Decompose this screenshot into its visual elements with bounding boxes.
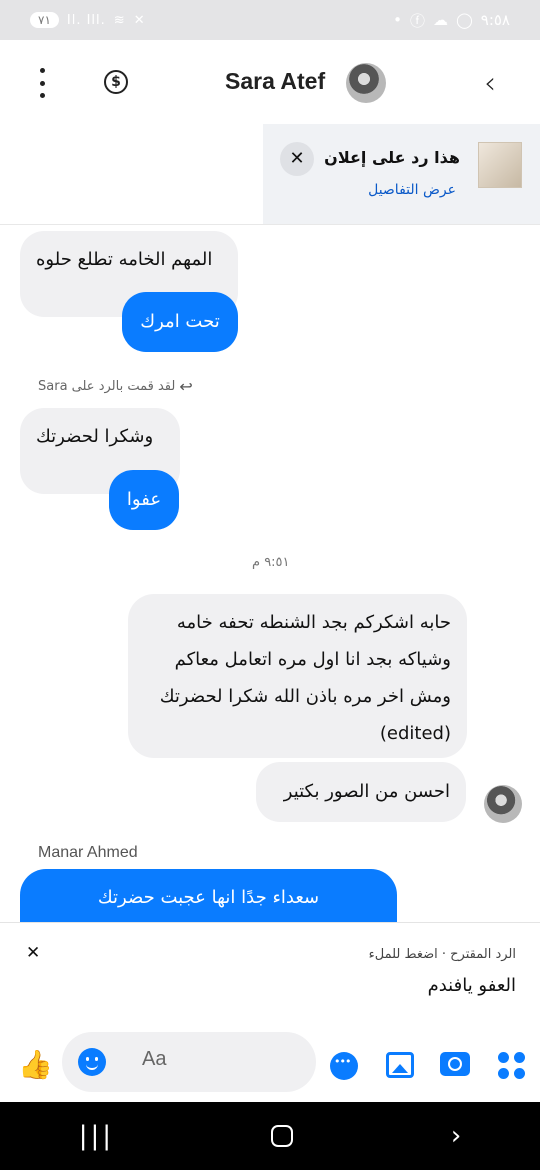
mute-icon: ✕	[133, 12, 146, 28]
status-left: ٧١ Il. Ill. ≋ ✕	[30, 12, 146, 28]
camera-icon[interactable]	[440, 1052, 470, 1076]
message-sent[interactable]: تحت امرك	[122, 292, 238, 352]
reply-note-text: لقد قمت بالرد على Sara	[38, 379, 176, 394]
status-right: • ⓕ ☁ ◯ ٩:٥٨	[393, 10, 510, 31]
more-vertical-icon[interactable]	[30, 68, 54, 98]
reply-icon: ↩	[179, 377, 193, 396]
notification-dot-icon: •	[393, 11, 402, 29]
emoji-icon[interactable]	[78, 1048, 106, 1076]
view-details-link[interactable]: عرض التفاصيل	[368, 182, 456, 198]
whatsapp-icon: ◯	[455, 11, 473, 29]
facebook-icon: ⓕ	[409, 11, 425, 30]
suggested-reply-panel[interactable]: ✕ الرد المقترح · اضغط للملء العفو يافندم	[0, 922, 540, 1018]
contact-name[interactable]: Sara Atef	[225, 68, 325, 95]
ad-reply-banner: ✕ هذا رد على إعلان عرض التفاصيل	[263, 124, 540, 224]
message-sent[interactable]: عفوا	[109, 470, 179, 530]
contact-avatar-small	[484, 785, 522, 823]
status-bar: ٧١ Il. Ill. ≋ ✕ • ⓕ ☁ ◯ ٩:٥٨	[0, 0, 540, 40]
chat-header: $ Sara Atef ‹	[0, 40, 540, 124]
system-nav-bar: ||| ›	[0, 1102, 540, 1170]
thumbs-up-icon[interactable]: 👍	[18, 1048, 53, 1081]
chat-bubble-icon[interactable]	[330, 1052, 358, 1080]
message-input-placeholder: Aa	[142, 1048, 167, 1070]
battery-indicator: ٧١	[30, 12, 59, 28]
gallery-icon[interactable]	[386, 1052, 414, 1078]
ad-thumbnail[interactable]	[478, 142, 522, 188]
close-icon[interactable]: ✕	[26, 943, 40, 963]
message-input[interactable]: Aa	[62, 1032, 316, 1092]
suggested-reply-text[interactable]: العفو يافندم	[428, 975, 516, 996]
back-icon[interactable]: ›	[451, 1121, 461, 1151]
close-icon[interactable]: ✕	[280, 142, 314, 176]
message-timestamp: ٩:٥١ م	[252, 555, 290, 570]
recent-apps-icon[interactable]: |||	[79, 1121, 114, 1151]
message-sent[interactable]: سعداء جدًا انها عجبت حضرتك	[20, 869, 397, 923]
home-icon[interactable]	[271, 1125, 294, 1147]
signal-icon: Il. Ill.	[66, 12, 106, 28]
cloud-icon: ☁	[432, 11, 448, 29]
dollar-icon[interactable]: $	[104, 70, 128, 94]
wifi-icon: ≋	[113, 12, 126, 28]
contact-avatar[interactable]	[346, 63, 386, 103]
chevron-left-icon[interactable]: ‹	[484, 66, 496, 101]
message-received[interactable]: احسن من الصور بكتير	[256, 762, 466, 822]
status-time: ٩:٥٨	[480, 11, 510, 29]
message-composer: 👍 Aa	[0, 1018, 540, 1102]
sender-name: Manar Ahmed	[38, 844, 138, 861]
apps-grid-icon[interactable]	[498, 1052, 526, 1080]
header-divider	[0, 224, 540, 225]
ad-banner-title: هذا رد على إعلان	[324, 148, 460, 167]
message-received[interactable]: حابه اشكركم بجد الشنطه تحفه خامه وشياكه …	[128, 594, 467, 758]
suggested-reply-hint: الرد المقترح · اضغط للملء	[368, 947, 516, 962]
reply-note: ↩ لقد قمت بالرد على Sara	[38, 377, 193, 396]
